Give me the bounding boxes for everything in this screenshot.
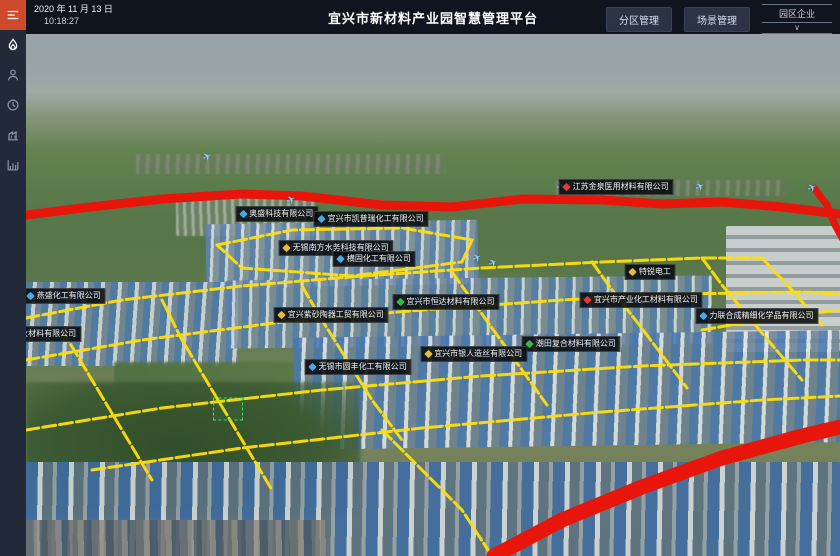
company-marker-icon <box>584 296 592 304</box>
selection-box[interactable] <box>213 397 243 420</box>
company-label-text: 庆发防火材料有限公司 <box>26 329 76 339</box>
company-marker-icon <box>562 183 570 191</box>
company-marker-icon <box>308 363 316 371</box>
menu-icon[interactable] <box>0 0 26 30</box>
company-label-text: 宜兴市银人造丝有限公司 <box>434 349 522 359</box>
company-label[interactable]: 庆发防火材料有限公司 <box>26 326 81 342</box>
map-3d-viewport[interactable]: ✈✈✈✈✈✈✈ 奥盛科技有限公司宜兴市凯普瑞化工有限公司无锡南方水务科技有限公司… <box>26 34 840 556</box>
company-label[interactable]: 江苏金泉医用材料有限公司 <box>559 179 674 195</box>
sidebar <box>0 0 26 556</box>
company-label[interactable]: 宜兴市凯普瑞化工有限公司 <box>314 211 429 227</box>
company-label-text: 燕盛化工有限公司 <box>37 291 101 301</box>
company-label[interactable]: 奥盛科技有限公司 <box>235 206 318 222</box>
company-marker-icon <box>282 244 290 252</box>
company-labels-layer: 奥盛科技有限公司宜兴市凯普瑞化工有限公司无锡南方水务科技有限公司横固化工有限公司… <box>26 34 840 556</box>
company-marker-icon <box>317 215 325 223</box>
factory-icon[interactable] <box>0 120 26 150</box>
company-label-text: 潮田复合材料有限公司 <box>536 339 616 349</box>
company-label[interactable]: 潮田复合材料有限公司 <box>522 336 621 352</box>
company-label-text: 力联合成精细化学品有限公司 <box>709 311 813 321</box>
company-label[interactable]: 特锐电工 <box>625 264 676 280</box>
smart-park-platform-window: 2020 年 11 月 13 日 10:18:27 宜兴市新材料产业园智慧管理平… <box>0 0 840 556</box>
user-icon[interactable] <box>0 60 26 90</box>
company-label-text: 宜兴市凯普瑞化工有限公司 <box>328 214 424 224</box>
company-label[interactable]: 宜兴市银人造丝有限公司 <box>420 346 527 362</box>
company-label-text: 宜兴紫砂陶器工贸有限公司 <box>288 310 384 320</box>
chevron-down-icon: ∨ <box>762 23 832 32</box>
company-marker-icon <box>239 210 247 218</box>
company-label-text: 无锡市圆丰化工有限公司 <box>319 362 407 372</box>
company-label[interactable]: 宜兴市产业化工材料有限公司 <box>580 292 703 308</box>
company-marker-icon <box>278 311 286 319</box>
company-label-text: 宜兴市产业化工材料有限公司 <box>594 295 698 305</box>
company-label-text: 奥盛科技有限公司 <box>249 209 313 219</box>
company-label-text: 江苏金泉医用材料有限公司 <box>573 182 669 192</box>
company-label-text: 特锐电工 <box>639 267 671 277</box>
scene-management-button[interactable]: 场景管理 <box>684 7 750 32</box>
park-enterprises-label: 园区企业 <box>762 6 832 23</box>
company-marker-icon <box>337 255 345 263</box>
company-marker-icon <box>699 312 707 320</box>
company-marker-icon <box>27 292 35 300</box>
flame-icon[interactable] <box>0 30 26 60</box>
company-marker-icon <box>396 298 404 306</box>
company-label[interactable]: 横固化工有限公司 <box>333 251 416 267</box>
company-label[interactable]: 燕盛化工有限公司 <box>26 288 106 304</box>
company-label[interactable]: 宜兴市恒达材料有限公司 <box>393 294 500 310</box>
zone-management-button[interactable]: 分区管理 <box>606 7 672 32</box>
company-marker-icon <box>424 350 432 358</box>
company-label[interactable]: 无锡市圆丰化工有限公司 <box>305 359 412 375</box>
park-enterprises-dropdown[interactable]: 园区企业 ∨ <box>762 4 832 34</box>
company-marker-icon <box>629 268 637 276</box>
company-label-text: 宜兴市恒达材料有限公司 <box>407 297 495 307</box>
bar-chart-icon[interactable] <box>0 150 26 180</box>
clock-icon[interactable] <box>0 90 26 120</box>
top-header: 2020 年 11 月 13 日 10:18:27 宜兴市新材料产业园智慧管理平… <box>26 0 840 34</box>
company-label[interactable]: 力联合成精细化学品有限公司 <box>695 308 818 324</box>
company-label[interactable]: 宜兴紫砂陶器工贸有限公司 <box>274 307 389 323</box>
header-actions: 分区管理 场景管理 园区企业 ∨ <box>606 4 832 34</box>
company-label-text: 横固化工有限公司 <box>347 254 411 264</box>
